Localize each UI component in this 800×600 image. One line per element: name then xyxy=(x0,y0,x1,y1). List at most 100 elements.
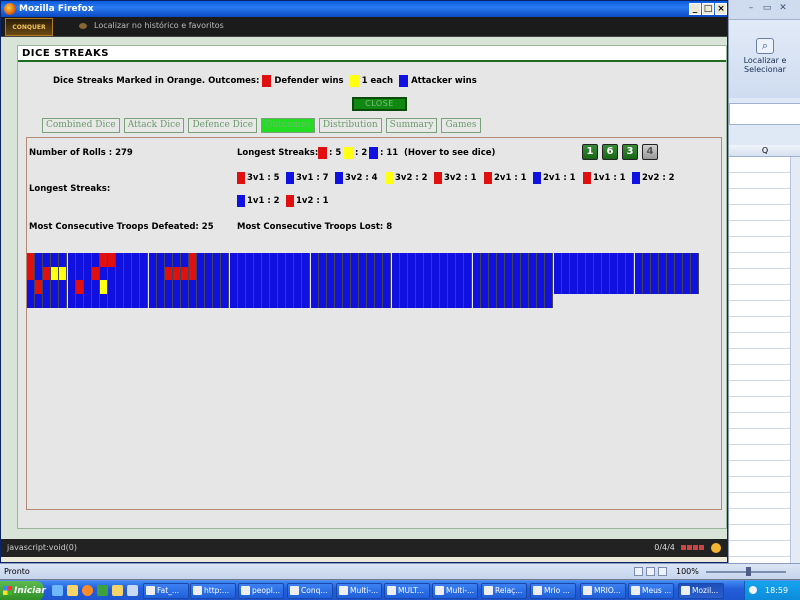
tab-games[interactable]: Games xyxy=(441,118,481,133)
outcome-cell[interactable] xyxy=(108,280,116,294)
outcome-cell[interactable] xyxy=(399,266,408,281)
outcome-cell[interactable] xyxy=(318,253,327,267)
outcome-cell[interactable] xyxy=(521,293,530,308)
outcome-cell[interactable] xyxy=(423,293,432,308)
outcome-cell[interactable] xyxy=(375,266,384,281)
outcome-cell[interactable] xyxy=(415,293,424,308)
outcome-cell[interactable] xyxy=(367,253,376,267)
outcome-cell[interactable] xyxy=(148,293,157,308)
outcome-cell[interactable] xyxy=(148,253,157,267)
outcome-cell[interactable] xyxy=(180,253,189,267)
outcome-cell[interactable] xyxy=(423,280,432,294)
column-header[interactable]: Q xyxy=(729,145,800,157)
die-4[interactable]: 4 xyxy=(642,144,658,160)
outcome-cell[interactable] xyxy=(529,266,538,281)
outcome-cell[interactable] xyxy=(415,253,424,267)
outcome-cell[interactable] xyxy=(189,253,197,267)
vertical-scrollbar[interactable] xyxy=(790,157,800,563)
outcome-cell[interactable] xyxy=(294,266,303,281)
outcome-cell[interactable] xyxy=(237,253,246,267)
outcome-cell[interactable] xyxy=(634,280,643,294)
outcome-cell[interactable] xyxy=(650,266,659,281)
folder-icon[interactable] xyxy=(67,585,78,596)
maximize-button[interactable]: □ xyxy=(702,3,714,15)
outcome-cell[interactable] xyxy=(537,280,546,294)
outcome-cell[interactable] xyxy=(569,280,578,294)
outcome-cell[interactable] xyxy=(326,253,335,267)
formula-bar[interactable] xyxy=(729,103,800,125)
outcome-cell[interactable] xyxy=(91,293,100,308)
outcome-cell[interactable] xyxy=(91,253,100,267)
outcome-cell[interactable] xyxy=(270,280,278,294)
outcome-cell[interactable] xyxy=(67,293,76,308)
outcome-cell[interactable] xyxy=(164,280,173,294)
outcome-cell[interactable] xyxy=(585,266,594,281)
taskbar-button[interactable]: Mozil... xyxy=(678,583,724,599)
outcome-cell[interactable] xyxy=(197,280,206,294)
outcome-cell[interactable] xyxy=(75,280,84,294)
outcome-cell[interactable] xyxy=(197,266,206,281)
normal-view-icon[interactable] xyxy=(634,567,643,576)
outcome-cell[interactable] xyxy=(35,253,44,267)
outcome-cell[interactable] xyxy=(124,293,133,308)
outcome-cell[interactable] xyxy=(189,280,197,294)
streak-item[interactable]: 2v1 : 1 xyxy=(533,172,576,184)
outcome-cell[interactable] xyxy=(91,266,100,281)
outcome-cell[interactable] xyxy=(83,266,92,281)
outcome-cell[interactable] xyxy=(278,266,287,281)
outcome-cell[interactable] xyxy=(513,293,521,308)
outcome-cell[interactable] xyxy=(140,293,149,308)
outcome-cell[interactable] xyxy=(221,266,230,281)
outcome-cell[interactable] xyxy=(310,253,319,267)
outcome-cell[interactable] xyxy=(116,293,125,308)
outcome-cell[interactable] xyxy=(261,293,270,308)
outcome-cell[interactable] xyxy=(108,293,116,308)
outcome-cell[interactable] xyxy=(83,253,92,267)
outcome-cell[interactable] xyxy=(440,280,449,294)
outcome-cell[interactable] xyxy=(415,280,424,294)
outcome-cell[interactable] xyxy=(43,253,52,267)
outcome-cell[interactable] xyxy=(407,253,416,267)
outcome-cell[interactable] xyxy=(594,280,602,294)
outcome-cell[interactable] xyxy=(666,266,675,281)
outcome-cell[interactable] xyxy=(569,253,578,267)
outcome-cell[interactable] xyxy=(545,266,554,281)
outcome-cell[interactable] xyxy=(334,280,343,294)
outcome-cell[interactable] xyxy=(464,280,473,294)
minimize-icon[interactable]: – xyxy=(745,3,757,13)
outcome-cell[interactable] xyxy=(537,293,546,308)
outcome-cell[interactable] xyxy=(302,266,311,281)
outcome-cell[interactable] xyxy=(504,293,513,308)
tab-distribution[interactable]: Distribution xyxy=(318,118,382,133)
outcome-cell[interactable] xyxy=(375,293,384,308)
outcome-cell[interactable] xyxy=(691,280,700,294)
outcome-cell[interactable] xyxy=(51,293,60,308)
outcome-cell[interactable] xyxy=(553,253,562,267)
restore-icon[interactable]: ▭ xyxy=(761,3,773,13)
outcome-cell[interactable] xyxy=(496,280,505,294)
outcome-cell[interactable] xyxy=(302,280,311,294)
start-button[interactable]: Iniciar xyxy=(0,581,46,600)
outcome-cell[interactable] xyxy=(334,253,343,267)
outcome-cell[interactable] xyxy=(261,253,270,267)
outcome-cell[interactable] xyxy=(99,293,108,308)
tab-defence-dice[interactable]: Defence Dice xyxy=(188,118,258,133)
close-button[interactable]: × xyxy=(715,3,727,15)
outcome-cell[interactable] xyxy=(577,280,586,294)
outcome-cell[interactable] xyxy=(545,253,554,267)
outcome-cell[interactable] xyxy=(359,266,368,281)
outcome-cell[interactable] xyxy=(642,266,651,281)
outcome-cell[interactable] xyxy=(302,293,311,308)
outcome-cell[interactable] xyxy=(383,253,392,267)
outcome-cell[interactable] xyxy=(326,266,335,281)
outcome-cell[interactable] xyxy=(156,253,165,267)
outcome-cell[interactable] xyxy=(99,253,108,267)
outcome-cell[interactable] xyxy=(116,266,125,281)
taskbar-button[interactable]: Multi-... xyxy=(336,583,382,599)
outcome-cell[interactable] xyxy=(27,293,35,308)
outcome-cell[interactable] xyxy=(359,280,368,294)
outcome-cell[interactable] xyxy=(108,253,116,267)
outcome-cell[interactable] xyxy=(513,280,521,294)
outcome-cell[interactable] xyxy=(391,280,400,294)
taskbar-button[interactable]: Relaç... xyxy=(481,583,527,599)
